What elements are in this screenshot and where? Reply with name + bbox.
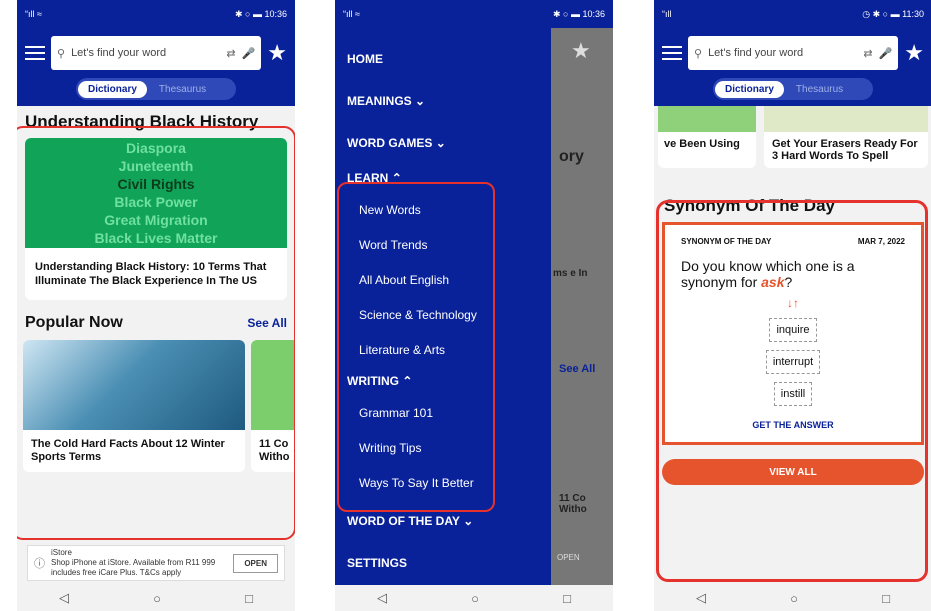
star-icon[interactable]: ★ (267, 42, 287, 64)
peek-text: ms e In (553, 268, 588, 279)
ad-info-icon: ⓘ (34, 558, 45, 570)
article-title: ve Been Using (664, 138, 740, 150)
dictionary-thesaurus-toggle[interactable]: Dictionary Thesaurus (713, 78, 873, 100)
status-time: 10:36 (264, 8, 287, 19)
system-navbar: ◁ ○ □ (335, 585, 613, 611)
status-icons: ✱ ○ ▬ (552, 8, 580, 19)
menu-icon[interactable] (25, 46, 45, 60)
peek-text: 11 Co Witho (559, 493, 587, 515)
article-card[interactable]: ve Been Using (658, 106, 756, 168)
app-bar: ⚲ Let's find your word ⇄ 🎤 ★ Dictionary … (17, 28, 295, 106)
peek-open: OPEN (557, 553, 580, 562)
menu-label: WORD GAMES (347, 136, 433, 150)
ad-brand: iStore (51, 548, 72, 557)
search-icon: ⚲ (57, 47, 66, 60)
status-icons: ◷ ✱ ○ ▬ (862, 8, 900, 19)
microphone-icon[interactable]: 🎤 (242, 47, 256, 60)
ad-banner[interactable]: ⓘ iStore Shop iPhone at iStore. Available… (27, 545, 285, 581)
menu-word-games[interactable]: WORD GAMES ⌄ (335, 122, 551, 164)
status-bar: “ıll ≈ ✱ ○ ▬ 10:36 (335, 0, 613, 28)
peek-text: ory (559, 148, 584, 165)
star-icon[interactable]: ★ (904, 42, 924, 64)
phone-screen-home: “ıll ≈ ✱ ○ ▬ 10:36 ⚲ Let's find your wor… (17, 0, 295, 611)
signal-icon: “ıll (662, 9, 672, 19)
article-row: ve Been Using Get Your Erasers Ready For… (654, 106, 931, 168)
card-image (764, 106, 928, 132)
chevron-down-icon: ⌄ (415, 94, 426, 108)
star-icon: ★ (571, 38, 591, 63)
menu-label: MEANINGS (347, 94, 412, 108)
search-placeholder: Let's find your word (708, 47, 804, 59)
back-icon[interactable]: ◁ (59, 590, 69, 606)
status-icons: ✱ ○ ▬ (234, 8, 262, 19)
search-placeholder: Let's find your word (71, 47, 167, 59)
microphone-icon[interactable]: 🎤 (879, 47, 893, 60)
shuffle-icon[interactable]: ⇄ (226, 47, 235, 60)
menu-label: WORD OF THE DAY (347, 514, 460, 528)
app-bar: ⚲ Let's find your word ⇄ 🎤 ★ Dictionary … (654, 28, 931, 106)
recent-apps-icon[interactable]: □ (563, 591, 571, 606)
dimmed-background[interactable]: ory ms e In See All 11 Co Witho OPEN ★ (551, 28, 613, 585)
highlight-frame (656, 200, 928, 582)
chevron-down-icon: ⌄ (435, 136, 446, 150)
menu-icon[interactable] (662, 46, 682, 60)
shuffle-icon[interactable]: ⇄ (863, 47, 872, 60)
phone-screen-menu: ory ms e In See All 11 Co Witho OPEN ★ “… (335, 0, 613, 611)
peek-see-all: See All (559, 363, 596, 375)
back-icon[interactable]: ◁ (377, 590, 387, 606)
menu-settings[interactable]: SETTINGS (335, 542, 551, 584)
system-navbar: ◁ ○ □ (17, 585, 295, 611)
search-input[interactable]: ⚲ Let's find your word ⇄ 🎤 (51, 36, 262, 70)
search-input[interactable]: ⚲ Let's find your word ⇄ 🎤 (688, 36, 899, 70)
chevron-down-icon: ⌄ (463, 514, 474, 528)
tab-dictionary[interactable]: Dictionary (78, 80, 147, 98)
phone-screen-synonym: “ıll ◷ ✱ ○ ▬ 11:30 ⚲ Let's find your wor… (654, 0, 931, 611)
back-icon[interactable]: ◁ (696, 590, 706, 606)
highlight-frame (337, 182, 495, 512)
card-image (658, 106, 756, 132)
status-bar: “ıll ≈ ✱ ○ ▬ 10:36 (17, 0, 295, 28)
search-icon: ⚲ (694, 47, 703, 60)
menu-meanings[interactable]: MEANINGS ⌄ (335, 80, 551, 122)
ad-text: Shop iPhone at iStore. Available from R1… (51, 558, 216, 577)
status-time: 11:30 (902, 8, 924, 19)
status-time: 10:36 (582, 8, 605, 19)
home-icon[interactable]: ○ (471, 591, 479, 606)
ad-open-button[interactable]: OPEN (233, 553, 278, 573)
dictionary-thesaurus-toggle[interactable]: Dictionary Thesaurus (76, 78, 236, 100)
home-icon[interactable]: ○ (153, 591, 161, 606)
tab-thesaurus[interactable]: Thesaurus (784, 81, 855, 98)
signal-icon: “ıll ≈ (343, 9, 360, 19)
home-icon[interactable]: ○ (790, 591, 798, 606)
signal-icon: “ıll ≈ (25, 9, 42, 19)
highlight-frame (17, 126, 295, 540)
article-card[interactable]: Get Your Erasers Ready For 3 Hard Words … (764, 106, 928, 168)
tab-thesaurus[interactable]: Thesaurus (147, 81, 218, 98)
status-bar: “ıll ◷ ✱ ○ ▬ 11:30 (654, 0, 931, 28)
system-navbar: ◁ ○ □ (654, 585, 931, 611)
article-title: Get Your Erasers Ready For 3 Hard Words … (772, 138, 918, 162)
menu-home[interactable]: HOME (335, 38, 551, 80)
tab-dictionary[interactable]: Dictionary (715, 80, 784, 98)
recent-apps-icon[interactable]: □ (882, 591, 890, 606)
recent-apps-icon[interactable]: □ (245, 591, 253, 606)
